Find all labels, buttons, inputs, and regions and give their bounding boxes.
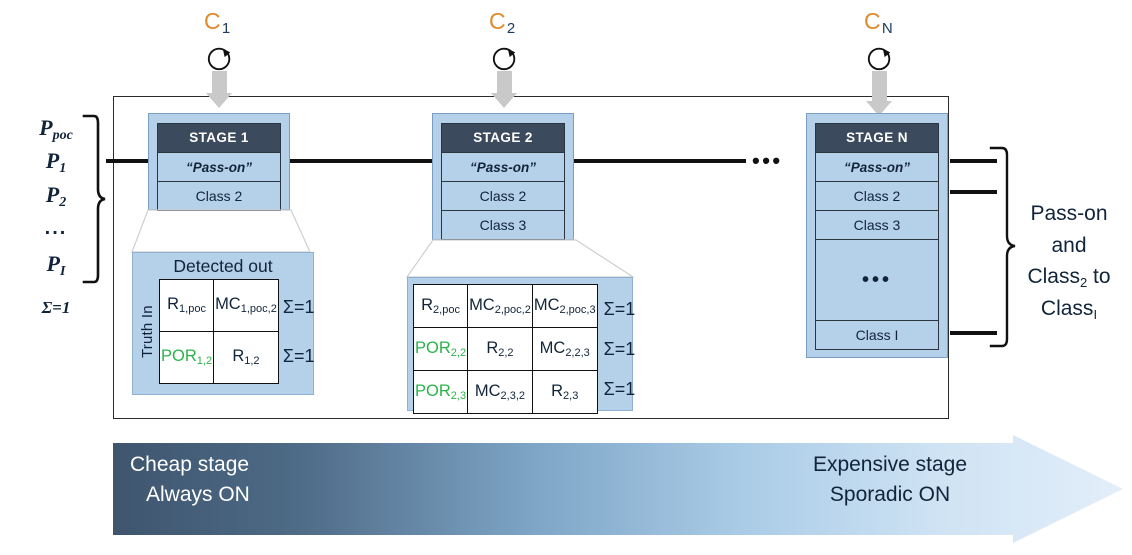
stage-2-row-class3[interactable]: Class 3 — [441, 211, 565, 240]
matrix-2-cell-r2poc: R2,poc — [412, 284, 469, 328]
stage-2-row-class2[interactable]: Class 2 — [441, 182, 565, 211]
table-row: R1,poc MC1,poc,2 — [158, 279, 279, 332]
chain-ellipsis: ••• — [752, 148, 783, 173]
output-annotation-line1: Pass-on — [1030, 202, 1108, 225]
matrix-1-cell-r12: R1,2 — [213, 331, 279, 384]
table-row: POR1,2 R1,2 — [158, 331, 279, 384]
input-label-p1: P1 — [45, 148, 67, 176]
table-row: R2,poc MC2,poc,2 MC2,poc,3 — [412, 284, 598, 328]
matrix-2-cell-mc223: MC2,2,3 — [531, 327, 598, 371]
output-annotation: Pass-on and Class2 to ClassI — [1008, 198, 1130, 324]
stage-n-row-passon[interactable]: “Pass-on” — [815, 153, 939, 182]
matrix-2-row-sum-1: Σ=1 — [603, 298, 636, 319]
cost-arrow-right-text: Expensive stage Sporadic ON — [760, 450, 1020, 511]
control-arrow-shaft-c1 — [212, 71, 227, 94]
matrix-2-cell-por22: POR2,2 — [412, 327, 469, 371]
cost-arrow-right-line2: Sporadic ON — [829, 483, 951, 507]
stage-1-box[interactable]: STAGE 1 “Pass-on” Class 2 — [148, 113, 290, 211]
matrix-2-row-sum-3: Σ=1 — [603, 378, 636, 399]
matrix-1-row-sum-2: Σ=1 — [282, 345, 315, 366]
control-arrow-head-c1 — [206, 93, 232, 108]
matrix-1-row-axis-label: Truth In — [139, 305, 156, 358]
stage-n-box[interactable]: STAGE N “Pass-on” Class 2 Class 3 ••• Cl… — [806, 113, 948, 358]
control-arrow-shaft-cn — [872, 71, 887, 102]
matrix-2-table: R2,poc MC2,poc,2 MC2,poc,3 POR2,2 R2,2 M… — [412, 284, 598, 414]
input-label-pi: PI — [46, 251, 66, 279]
stage-n-row-classi[interactable]: Class I — [815, 321, 939, 350]
stage-n-row-ellipsis: ••• — [815, 240, 939, 321]
matrix-1-title: Detected out — [173, 256, 273, 276]
callout-stage1-matrix — [131, 209, 311, 253]
matrix-2-cell-mc2poc2: MC2,poc,2 — [467, 284, 533, 328]
matrix-2-row-sum-2: Σ=1 — [603, 338, 636, 359]
control-arrow-shaft-c2 — [497, 71, 512, 94]
input-brace — [78, 114, 108, 289]
stage-2-box[interactable]: STAGE 2 “Pass-on” Class 2 Class 3 — [432, 113, 574, 240]
stage-n-header: STAGE N — [815, 123, 939, 153]
input-sum-label: Σ=1 — [41, 298, 71, 317]
matrix-1-cell-r1poc: R1,poc — [158, 279, 215, 332]
cost-arrow-left-line2: Always ON — [146, 483, 250, 507]
matrix-1-cell-por12: POR1,2 — [158, 331, 215, 384]
matrix-2-panel: R2,poc MC2,poc,2 MC2,poc,3 POR2,2 R2,2 M… — [407, 277, 636, 414]
table-row: POR2,3 MC2,3,2 R2,3 — [412, 370, 598, 414]
control-label-c2: C2 — [489, 8, 516, 37]
control-label-cn: CN — [864, 8, 893, 37]
stage-1-row-class2[interactable]: Class 2 — [157, 182, 281, 211]
flow-line-stage1-stage2 — [286, 159, 451, 163]
input-label-ellipsis: ... — [44, 217, 68, 239]
control-arrow-head-c2 — [491, 93, 517, 108]
matrix-1-panel: Detected out Truth In R1,poc MC1,poc,2 P… — [132, 252, 314, 395]
stage-1-header: STAGE 1 — [157, 123, 281, 153]
cost-arrow-left-text: Cheap stage Always ON — [130, 450, 360, 511]
matrix-1-table: R1,poc MC1,poc,2 POR1,2 R1,2 — [158, 279, 279, 384]
matrix-2-cell-mc232: MC2,3,2 — [467, 370, 533, 414]
matrix-2-cell-r22: R2,2 — [467, 327, 533, 371]
table-row: POR2,2 R2,2 MC2,2,3 — [412, 327, 598, 371]
input-label-p2: P2 — [45, 182, 67, 210]
cost-arrow-left-line1: Cheap stage — [130, 453, 250, 476]
control-label-c1: C1 — [204, 8, 231, 37]
stage-2-header: STAGE 2 — [441, 123, 565, 153]
cost-arrow-right-line1: Expensive stage — [812, 453, 968, 476]
matrix-2-cell-r23: R2,3 — [531, 370, 598, 414]
matrix-2-cell-mc2poc3: MC2,poc,3 — [531, 284, 598, 328]
output-annotation-line2: and — [1051, 233, 1087, 257]
output-annotation-line3: Class2 to — [1027, 265, 1111, 290]
matrix-1-row-sum-1: Σ=1 — [282, 296, 315, 317]
flow-line-stage2-chain — [571, 159, 746, 163]
input-label-ppoc: Ppoc — [39, 115, 73, 143]
matrix-2-cell-por23: POR2,3 — [412, 370, 469, 414]
matrix-1-cell-mc1poc2: MC1,poc,2 — [213, 279, 279, 332]
stage-2-row-passon[interactable]: “Pass-on” — [441, 153, 565, 182]
output-annotation-line4: ClassI — [1040, 296, 1098, 322]
callout-stage2-matrix — [405, 239, 636, 278]
stage-n-row-class3[interactable]: Class 3 — [815, 211, 939, 240]
stage-n-row-class2[interactable]: Class 2 — [815, 182, 939, 211]
stage-1-row-passon[interactable]: “Pass-on” — [157, 153, 281, 182]
